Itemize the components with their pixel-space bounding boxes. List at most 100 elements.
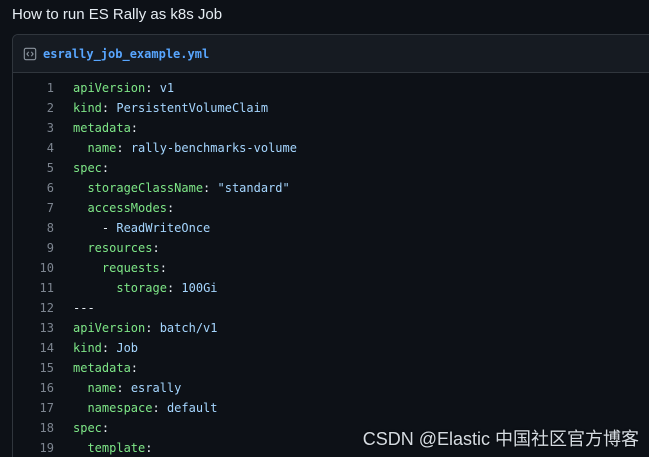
line-number[interactable]: 7	[13, 201, 54, 215]
yaml-value: "standard"	[217, 181, 290, 195]
line-code: template:	[54, 441, 152, 455]
line-number[interactable]: 2	[13, 101, 54, 115]
yaml-separator: :	[203, 181, 218, 195]
yaml-key: namespace	[87, 401, 153, 415]
code-line: 11 storage: 100Gi	[13, 278, 649, 298]
yaml-separator: :	[145, 441, 153, 455]
yaml-separator: :	[152, 401, 167, 415]
yaml-key: name	[87, 141, 117, 155]
line-code: name: esrally	[54, 381, 181, 395]
line-number[interactable]: 6	[13, 181, 54, 195]
line-number[interactable]: 3	[13, 121, 54, 135]
yaml-key: resources	[87, 241, 153, 255]
code-line: 13 apiVersion: batch/v1	[13, 318, 649, 338]
yaml-separator: :	[166, 201, 175, 215]
yaml-separator: :	[116, 141, 131, 155]
yaml-key: storage	[116, 281, 167, 295]
line-code: metadata:	[54, 361, 138, 375]
line-code: - ReadWriteOnce	[54, 221, 210, 235]
yaml-key: accessModes	[87, 201, 167, 215]
line-number[interactable]: 18	[13, 421, 54, 435]
line-number[interactable]: 19	[13, 441, 54, 455]
yaml-key: apiVersion	[73, 321, 146, 335]
line-code: accessModes:	[54, 201, 174, 215]
line-number[interactable]: 5	[13, 161, 54, 175]
line-code: storageClassName: "standard"	[54, 181, 290, 195]
gist-title: How to run ES Rally as k8s Job	[12, 6, 223, 23]
yaml-key: kind	[73, 101, 102, 115]
line-number[interactable]: 9	[13, 241, 54, 255]
yaml-separator: ---	[73, 301, 95, 315]
line-code: apiVersion: batch/v1	[54, 321, 218, 335]
yaml-key: spec	[73, 161, 102, 175]
code-line: 16 name: esrally	[13, 378, 649, 398]
yaml-value: v1	[159, 81, 175, 95]
code-area: 1 apiVersion: v1 2 kind: PersistentVolumeCl…	[13, 73, 649, 457]
yaml-value: Job	[116, 341, 139, 355]
yaml-key: metadata	[73, 361, 131, 375]
file-name-link[interactable]: esrally_job_example.yml	[43, 47, 209, 61]
yaml-value: PersistentVolumeClaim	[116, 101, 269, 115]
yaml-value: esrally	[130, 381, 182, 395]
line-number[interactable]: 13	[13, 321, 54, 335]
yaml-separator: :	[166, 281, 182, 295]
yaml-key: name	[87, 381, 117, 395]
yaml-separator: -	[101, 221, 117, 235]
yaml-separator: :	[101, 161, 110, 175]
line-number[interactable]: 14	[13, 341, 54, 355]
line-number[interactable]: 15	[13, 361, 54, 375]
line-code: ---	[54, 301, 95, 315]
code-line: 4 name: rally-benchmarks-volume	[13, 138, 649, 158]
line-number[interactable]: 16	[13, 381, 54, 395]
code-line: 10 requests:	[13, 258, 649, 278]
yaml-key: spec	[73, 421, 102, 435]
code-line: 5 spec:	[13, 158, 649, 178]
line-code: name: rally-benchmarks-volume	[54, 141, 297, 155]
code-line: 2 kind: PersistentVolumeClaim	[13, 98, 649, 118]
code-line: 1 apiVersion: v1	[13, 78, 649, 98]
line-number[interactable]: 1	[13, 81, 54, 95]
code-line: 8 - ReadWriteOnce	[13, 218, 649, 238]
line-code: kind: PersistentVolumeClaim	[54, 101, 268, 115]
yaml-value: default	[166, 401, 218, 415]
line-number[interactable]: 8	[13, 221, 54, 235]
line-code: namespace: default	[54, 401, 218, 415]
code-line: 9 resources:	[13, 238, 649, 258]
line-number[interactable]: 17	[13, 401, 54, 415]
line-code: metadata:	[54, 121, 138, 135]
yaml-separator: :	[101, 341, 117, 355]
yaml-key: template	[87, 441, 146, 455]
yaml-separator: :	[159, 261, 167, 275]
code-line: 15 metadata:	[13, 358, 649, 378]
line-number[interactable]: 12	[13, 301, 54, 315]
line-code: apiVersion: v1	[54, 81, 174, 95]
yaml-separator: :	[152, 241, 160, 255]
code-line: 14 kind: Job	[13, 338, 649, 358]
watermark: CSDN @Elastic 中国社区官方博客	[362, 429, 639, 449]
yaml-separator: :	[101, 421, 110, 435]
line-number[interactable]: 4	[13, 141, 54, 155]
file-header: esrally_job_example.yml	[13, 35, 649, 73]
yaml-separator: :	[101, 101, 117, 115]
code-line: 3 metadata:	[13, 118, 649, 138]
line-number[interactable]: 10	[13, 261, 54, 275]
yaml-key: metadata	[73, 121, 131, 135]
yaml-value: rally-benchmarks-volume	[130, 141, 297, 155]
gist-page: How to run ES Rally as k8s Job esrally_j…	[0, 0, 649, 457]
yaml-value: batch/v1	[159, 321, 218, 335]
line-number[interactable]: 11	[13, 281, 54, 295]
yaml-value: ReadWriteOnce	[116, 221, 211, 235]
yaml-separator: :	[130, 121, 139, 135]
code-line: 7 accessModes:	[13, 198, 649, 218]
line-code: spec:	[54, 161, 109, 175]
